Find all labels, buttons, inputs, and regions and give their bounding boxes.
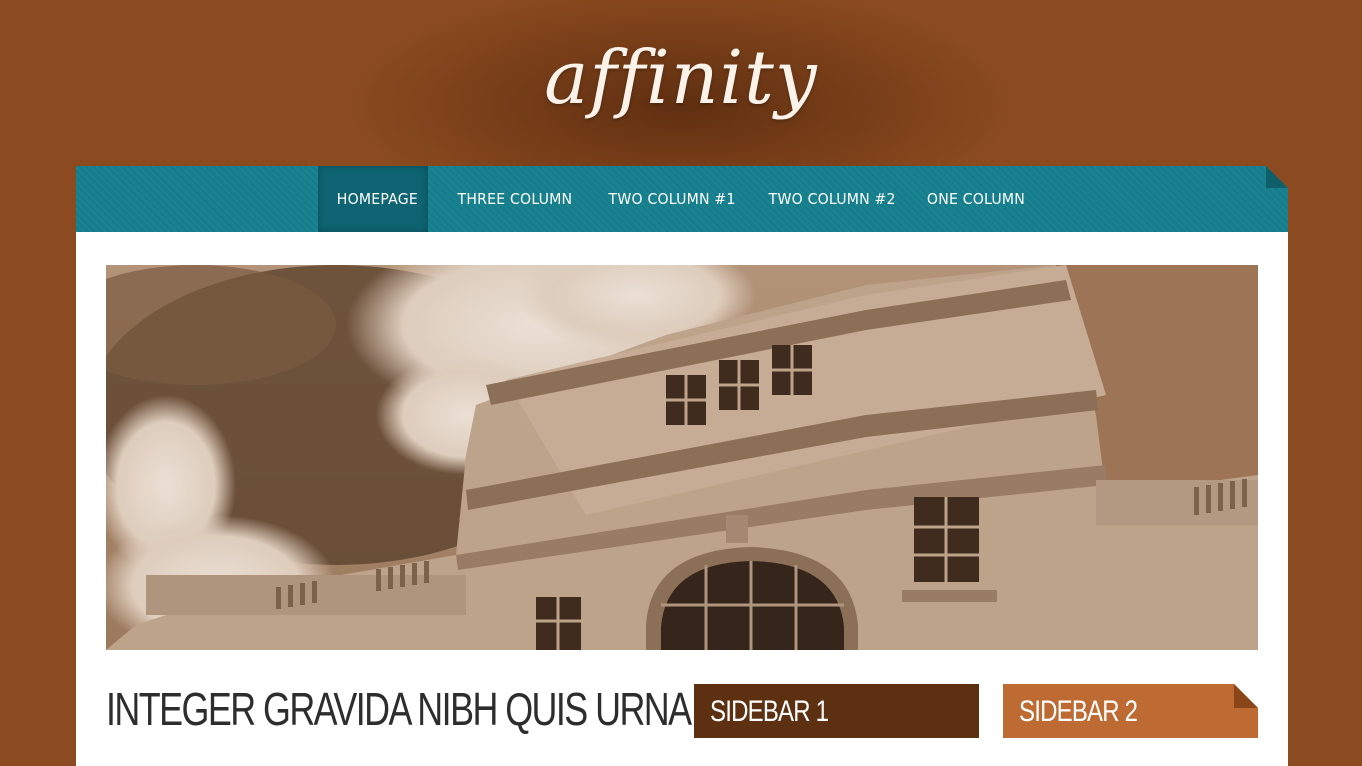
nav-item-two-column-2[interactable]: TWO COLUMN #2 (748, 166, 900, 232)
nav-item-three-column[interactable]: THREE COLUMN (435, 166, 577, 232)
sidebar-2-corner-fold (1234, 684, 1258, 708)
hero-image (106, 265, 1258, 650)
sidebar-1-header: SIDEBAR 1 (694, 684, 979, 738)
nav-item-two-column-1[interactable]: TWO COLUMN #1 (586, 166, 738, 232)
nav-item-one-column[interactable]: ONE COLUMN (910, 166, 1042, 232)
sidebar-2-header: SIDEBAR 2 (1003, 684, 1258, 738)
post-title[interactable]: INTEGER GRAVIDA NIBH QUIS URNA (106, 680, 692, 738)
nav-corner-fold (1266, 166, 1288, 188)
main-navigation: HOMEPAGE THREE COLUMN TWO COLUMN #1 TWO … (76, 166, 1288, 232)
nav-item-homepage[interactable]: HOMEPAGE (318, 166, 428, 232)
sidebar-1-title: SIDEBAR 1 (710, 695, 829, 728)
sidebar-2-title: SIDEBAR 2 (1019, 695, 1138, 728)
building-photo (106, 265, 1258, 650)
nav-items: HOMEPAGE THREE COLUMN TWO COLUMN #1 TWO … (318, 166, 1050, 232)
site-logo[interactable]: affinity (0, 28, 1362, 128)
